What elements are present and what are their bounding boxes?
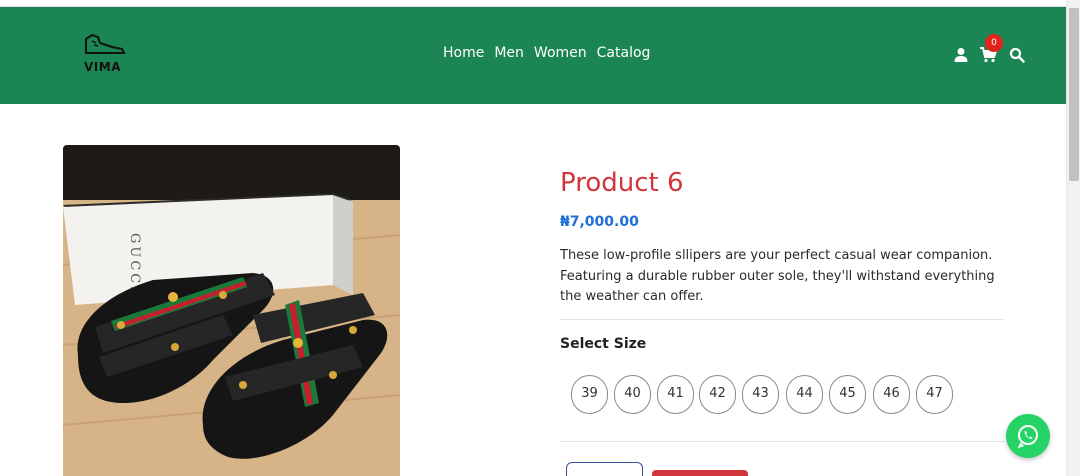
size-label: Select Size xyxy=(560,336,647,352)
browser-top-edge xyxy=(0,0,1066,7)
nav-home[interactable]: Home xyxy=(443,45,484,61)
divider xyxy=(560,441,1004,442)
size-option-39[interactable]: 39 xyxy=(571,375,608,414)
product-price: ₦7,000.00 xyxy=(560,214,639,230)
size-option-45[interactable]: 45 xyxy=(829,375,866,414)
product-image[interactable]: GUCCI xyxy=(63,145,400,476)
user-icon[interactable] xyxy=(953,47,969,63)
scrollbar-thumb[interactable] xyxy=(1069,8,1079,181)
whatsapp-icon xyxy=(1017,425,1038,449)
nav-women[interactable]: Women xyxy=(534,45,587,61)
search-icon[interactable] xyxy=(1009,47,1025,63)
add-to-cart-button[interactable] xyxy=(652,470,748,476)
navbar: VIMA Home Men Women Catalog 0 xyxy=(0,7,1066,104)
main-nav: Home Men Women Catalog xyxy=(443,45,650,61)
quantity-input[interactable] xyxy=(566,462,643,476)
product-title: Product 6 xyxy=(560,168,684,198)
size-option-40[interactable]: 40 xyxy=(614,375,651,414)
nav-catalog[interactable]: Catalog xyxy=(597,45,651,61)
brand-logo[interactable]: VIMA xyxy=(78,33,130,77)
size-option-41[interactable]: 41 xyxy=(657,375,694,414)
scrollbar[interactable] xyxy=(1066,0,1080,476)
cart-count-badge: 0 xyxy=(985,34,1003,52)
size-option-44[interactable]: 44 xyxy=(786,375,823,414)
size-option-47[interactable]: 47 xyxy=(916,375,953,414)
whatsapp-chat-button[interactable] xyxy=(1006,414,1050,458)
product-description: These low-profile sllipers are your perf… xyxy=(560,248,995,304)
size-option-42[interactable]: 42 xyxy=(699,375,736,414)
size-option-43[interactable]: 43 xyxy=(742,375,779,414)
divider xyxy=(560,319,1004,320)
nav-men[interactable]: Men xyxy=(494,45,524,61)
size-option-46[interactable]: 46 xyxy=(873,375,910,414)
logo-text: VIMA xyxy=(84,60,121,74)
sneaker-icon xyxy=(85,33,126,54)
product-photo: GUCCI xyxy=(63,145,400,476)
